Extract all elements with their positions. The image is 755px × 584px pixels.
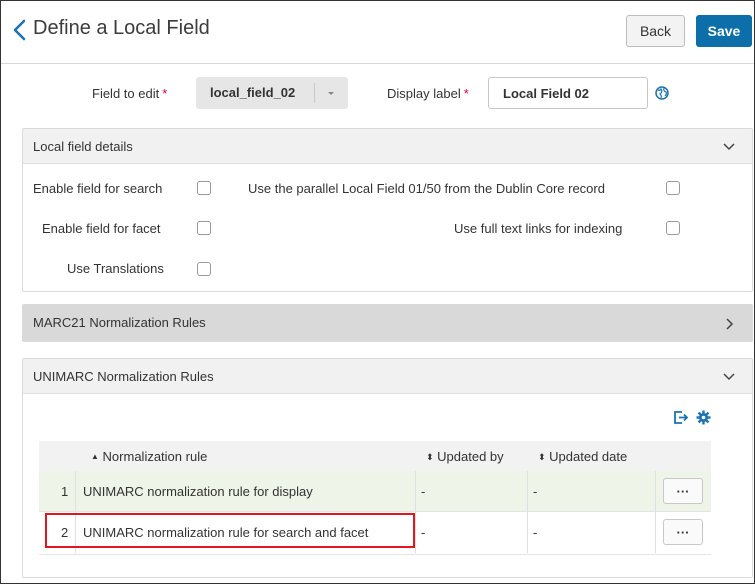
updated-date: - [533,484,538,499]
rule-name[interactable]: UNIMARC normalization rule for search an… [83,525,368,540]
display-label-label: Display label * [387,86,469,101]
use-parallel-checkbox[interactable] [666,181,680,195]
field-to-edit-select[interactable]: local_field_02 [196,77,348,109]
section-title: MARC21 Normalization Rules [33,315,206,330]
marc21-section[interactable]: MARC21 Normalization Rules [22,304,753,342]
field-to-edit-value: local_field_02 [210,85,296,100]
enable-search-label: Enable field for search [33,181,163,196]
row-number: 2 [61,525,69,540]
column-divider [527,471,528,553]
chevron-down-icon[interactable] [722,139,736,153]
updated-by: - [421,525,426,540]
section-title: UNIMARC Normalization Rules [33,369,214,384]
page-title: Define a Local Field [33,17,210,39]
sort-icon: ⬍ [538,452,546,462]
local-field-details-section: Local field details Enable field for sea… [22,128,753,292]
field-to-edit-label: Field to edit * [92,86,168,101]
use-parallel-label: Use the parallel Local Field 01/50 from … [248,181,605,196]
select-divider [314,83,315,103]
display-label-input[interactable] [488,77,648,109]
row-actions-button[interactable]: ··· [663,478,703,504]
back-button[interactable]: Back [626,15,685,47]
enable-search-checkbox[interactable] [197,181,211,195]
chevron-down-icon[interactable] [722,369,736,383]
sort-asc-icon: ▲ [91,452,99,461]
col-header-updated-by[interactable]: ⬍ Updated by [426,449,504,464]
chevron-right-icon[interactable] [722,317,736,331]
unimarc-header[interactable]: UNIMARC Normalization Rules [23,359,752,394]
local-field-details-header[interactable]: Local field details [23,129,752,164]
save-button[interactable]: Save [696,15,752,47]
col-header-rule[interactable]: ▲ Normalization rule [91,449,207,464]
sort-icon: ⬍ [426,452,434,462]
export-icon[interactable] [673,410,689,425]
column-divider [655,471,656,553]
row-actions-button[interactable]: ··· [663,519,703,545]
use-full-text-checkbox[interactable] [666,221,680,235]
row-number: 1 [61,484,69,499]
col-header-updated-date[interactable]: ⬍ Updated date [538,449,627,464]
page-header: Define a Local Field Back Save [1,1,754,64]
caret-down-icon [328,92,334,95]
column-divider [415,471,416,553]
use-translations-checkbox[interactable] [197,262,211,276]
globe-icon[interactable] [655,86,669,100]
section-title: Local field details [33,139,133,154]
updated-by: - [421,484,426,499]
column-divider [75,471,76,553]
enable-facet-label: Enable field for facet [42,221,161,236]
chevron-left-icon[interactable] [9,16,31,44]
enable-facet-checkbox[interactable] [197,221,211,235]
use-full-text-label: Use full text links for indexing [454,221,623,236]
required-mark: * [463,86,469,101]
gear-icon[interactable] [696,410,711,425]
updated-date: - [533,525,538,540]
required-mark: * [162,86,168,101]
use-translations-label: Use Translations [67,261,164,276]
rule-name[interactable]: UNIMARC normalization rule for display [83,484,313,499]
page: Define a Local Field Back Save Field to … [0,0,755,584]
